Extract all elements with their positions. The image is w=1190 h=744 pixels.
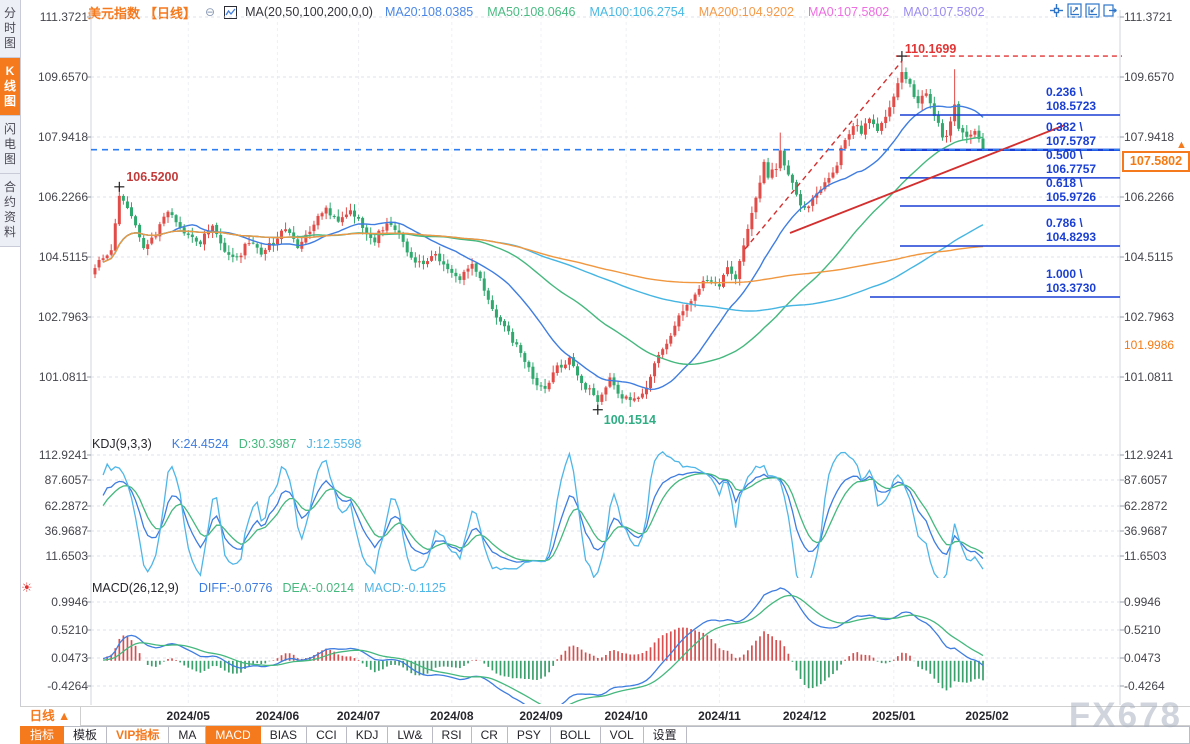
indicator-tab-LW&[interactable]: LW&: [388, 726, 432, 744]
indicator-tab-VIP指标[interactable]: VIP指标: [107, 726, 169, 744]
indicator-tab-CCI[interactable]: CCI: [307, 726, 347, 744]
month-label: 2024/11: [698, 707, 741, 726]
month-label: 2024/06: [256, 707, 299, 726]
month-label: 2024/12: [783, 707, 826, 726]
month-label: 2025/01: [872, 707, 915, 726]
indicator-tabs-row: 指标模板VIP指标MAMACDBIASCCIKDJLW&RSICRPSYBOLL…: [20, 726, 1190, 744]
indicator-tab-PSY[interactable]: PSY: [508, 726, 551, 744]
indicator-tab-设置[interactable]: 设置: [644, 726, 687, 744]
indicator-tab-MA[interactable]: MA: [169, 726, 206, 744]
month-label: 2025/02: [965, 707, 1008, 726]
chart-region: KDJ(9,3,3)K:24.4524D:30.3987J:12.5598 MA…: [0, 0, 1190, 706]
month-label: 2024/10: [604, 707, 647, 726]
trading-app-window: 分时图K线图闪电图合约资料 美元指数【日线】 ⊖ MA(20,50,100,20…: [0, 0, 1190, 744]
indicator-tab-指标[interactable]: 指标: [20, 726, 64, 744]
chart-canvas[interactable]: [0, 0, 1190, 706]
indicator-tab-MACD[interactable]: MACD: [206, 726, 260, 744]
indicator-tab-KDJ[interactable]: KDJ: [347, 726, 389, 744]
indicator-tab-BOLL[interactable]: BOLL: [551, 726, 601, 744]
indicator-tab-VOL[interactable]: VOL: [601, 726, 644, 744]
time-axis-row: 日线 ▲ 2024/05 2024/06 2024/07 2024/08 2024/09…: [20, 706, 1190, 726]
month-label: 2024/08: [430, 707, 473, 726]
month-label: 2024/05: [167, 707, 210, 726]
month-label: 2024/09: [519, 707, 562, 726]
period-selector[interactable]: 日线 ▲: [20, 707, 81, 726]
indicator-tab-模板[interactable]: 模板: [64, 726, 107, 744]
tabs-row-filler: [687, 726, 1190, 744]
indicator-tab-RSI[interactable]: RSI: [433, 726, 472, 744]
indicator-tab-BIAS[interactable]: BIAS: [261, 726, 307, 744]
month-label: 2024/07: [337, 707, 380, 726]
indicator-tab-CR[interactable]: CR: [472, 726, 508, 744]
